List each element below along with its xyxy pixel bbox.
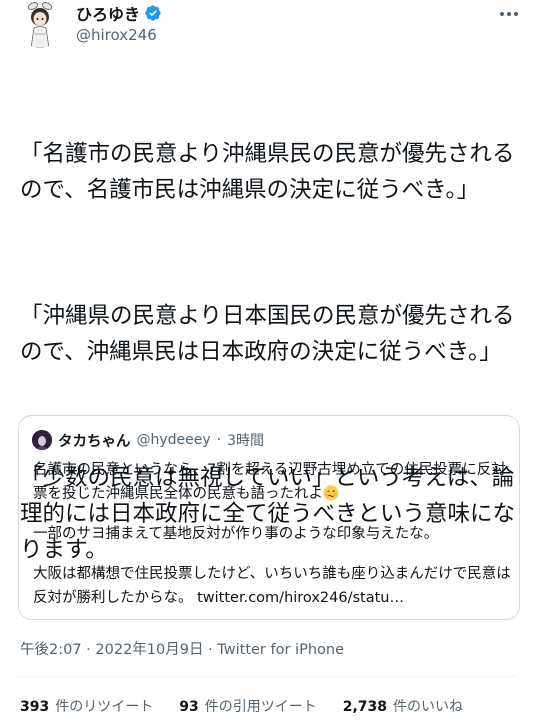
likes-label: 件のいいね xyxy=(393,699,464,715)
author-name[interactable]: ひろゆき xyxy=(76,1,140,25)
author-handle[interactable]: @hirox246 xyxy=(76,26,157,44)
more-options-icon[interactable] xyxy=(495,4,523,24)
tweet-header: ひろゆき @hirox246 xyxy=(0,0,533,62)
quote-link[interactable]: twitter.com/hirox246/statu… xyxy=(197,590,404,606)
divider xyxy=(16,676,517,677)
quote-paragraph: 名護市の民意というなら、7割を超える辺野古埋め立ての住民投票に反対票を投じた沖縄… xyxy=(33,462,506,502)
quote-text: 名護市の民意というなら、7割を超える辺野古埋め立ての住民投票に反対票を投じた沖縄… xyxy=(33,458,511,610)
likes-count: 2,738 xyxy=(342,699,388,715)
author-avatar[interactable] xyxy=(16,0,64,48)
retweets-stat[interactable]: 393 件のリツイート xyxy=(20,696,153,716)
quote-author-handle: @hydeeey xyxy=(136,432,211,448)
engagement-stats: 393 件のリツイート 93 件の引用ツイート 2,738 件のいいね xyxy=(20,696,463,716)
likes-stat[interactable]: 2,738 件のいいね xyxy=(343,696,463,716)
quote-time: 3時間 xyxy=(227,433,265,449)
woozy-face-emoji-icon xyxy=(323,485,339,501)
quote-author-avatar xyxy=(32,430,52,450)
quotes-label: 件の引用ツイート xyxy=(204,699,317,715)
quotes-count: 93 xyxy=(179,699,199,715)
quotes-stat[interactable]: 93 件の引用ツイート xyxy=(179,696,316,716)
quote-separator: · xyxy=(216,432,222,448)
tweet-timestamp[interactable]: 午後2:07 · 2022年10月9日 · Twitter for iPhone xyxy=(20,638,344,659)
retweets-count: 393 xyxy=(20,699,50,715)
quote-author-name: タカちゃん xyxy=(58,433,131,450)
quote-tweet-card[interactable]: タカちゃん @hydeeey · 3時間 名護市の民意というなら、7割を超える辺… xyxy=(18,415,520,620)
quote-paragraph: 一部のサヨ捕まえて基地反対が作り事のような印象与えたな。 xyxy=(33,526,439,542)
verified-badge-icon xyxy=(145,5,161,21)
retweets-label: 件のリツイート xyxy=(55,699,154,715)
tweet-paragraph: 「名護市の民意より沖縄県民の民意が優先されるので、名護市民は沖縄県の決定に従うべ… xyxy=(20,141,515,203)
tweet-paragraph: 「沖縄県の民意より日本国民の民意が優先されるので、沖縄県民は日本政府の決定に従う… xyxy=(20,303,515,365)
